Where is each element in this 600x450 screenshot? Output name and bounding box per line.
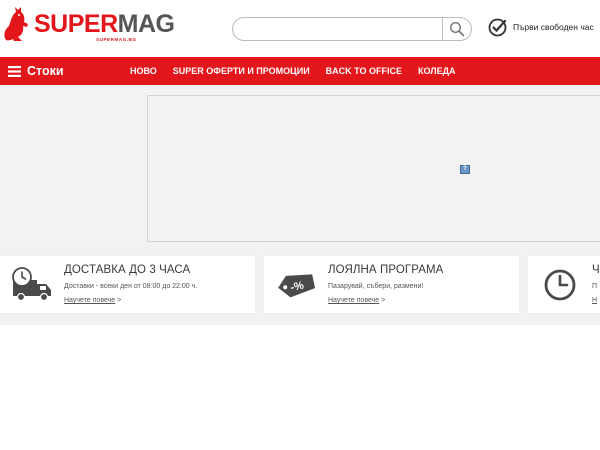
delivery-card-text: Доставки - всеки ден от 08:00 до 22:00 ч… — [64, 283, 198, 290]
first-free-hour[interactable]: Първи свободен час — [488, 17, 594, 37]
nav-link-christmas[interactable]: Коледа — [418, 66, 456, 76]
first-free-hour-label: Първи свободен час — [513, 22, 594, 32]
hamburger-icon — [8, 65, 21, 77]
delivery-card-title: ДОСТАВКА ДО 3 ЧАСА — [64, 264, 191, 276]
search-icon — [449, 21, 465, 37]
delivery-learn-more-link[interactable]: Научете повече > — [64, 297, 121, 304]
kangaroo-logo-icon — [4, 7, 28, 41]
logo-subtext: SUPERMAG.BG — [96, 37, 137, 42]
hours-card-text: П — [592, 283, 598, 290]
delivery-truck-clock-icon — [12, 267, 51, 302]
categories-menu-button[interactable]: Стоки — [8, 57, 64, 85]
broken-image-icon: ? — [460, 165, 470, 174]
main-navigation: Стоки НОВО SUPER ОФЕРТИ И ПРОМОЦИИ BACK … — [0, 57, 600, 85]
hours-card-title: Ч — [592, 264, 600, 276]
search-input[interactable] — [239, 21, 435, 37]
nav-link-new[interactable]: НОВО — [130, 66, 157, 76]
discount-tag-icon: -% — [278, 274, 316, 298]
promo-banner[interactable] — [147, 95, 600, 242]
check-circle-icon — [488, 18, 507, 36]
nav-link-back-to-office[interactable]: BACK TO OFFICE — [326, 66, 402, 76]
loyalty-learn-more-link[interactable]: Научете повече > — [328, 297, 385, 304]
nav-link-super-offers[interactable]: SUPER ОФЕРТИ И ПРОМОЦИИ — [173, 66, 310, 76]
logo-wordmark: SUPERMAG — [34, 10, 175, 38]
loyalty-card-text: Пазарувай, събери, размени! — [328, 283, 424, 290]
nav-links: НОВО SUPER ОФЕРТИ И ПРОМОЦИИ BACK TO OFF… — [130, 57, 472, 85]
hours-learn-more-link[interactable]: Н — [592, 297, 597, 304]
search-bar — [232, 17, 472, 41]
search-button[interactable] — [442, 18, 471, 40]
categories-label: Стоки — [27, 64, 64, 78]
delivery-info-card: ДОСТАВКА ДО 3 ЧАСА Доставки - всеки ден … — [0, 256, 255, 313]
clock-icon — [544, 269, 576, 301]
loyalty-info-card: -% ЛОЯЛНА ПРОГРАМА Пазарувай, събери, ра… — [264, 256, 519, 313]
loyalty-card-title: ЛОЯЛНА ПРОГРАМА — [328, 264, 444, 276]
site-header: SUPERMAG SUPERMAG.BG Първи свободен час — [0, 0, 600, 57]
supermag-logo[interactable]: SUPERMAG SUPERMAG.BG — [0, 6, 175, 46]
hours-info-card: Ч П Н — [528, 256, 600, 313]
